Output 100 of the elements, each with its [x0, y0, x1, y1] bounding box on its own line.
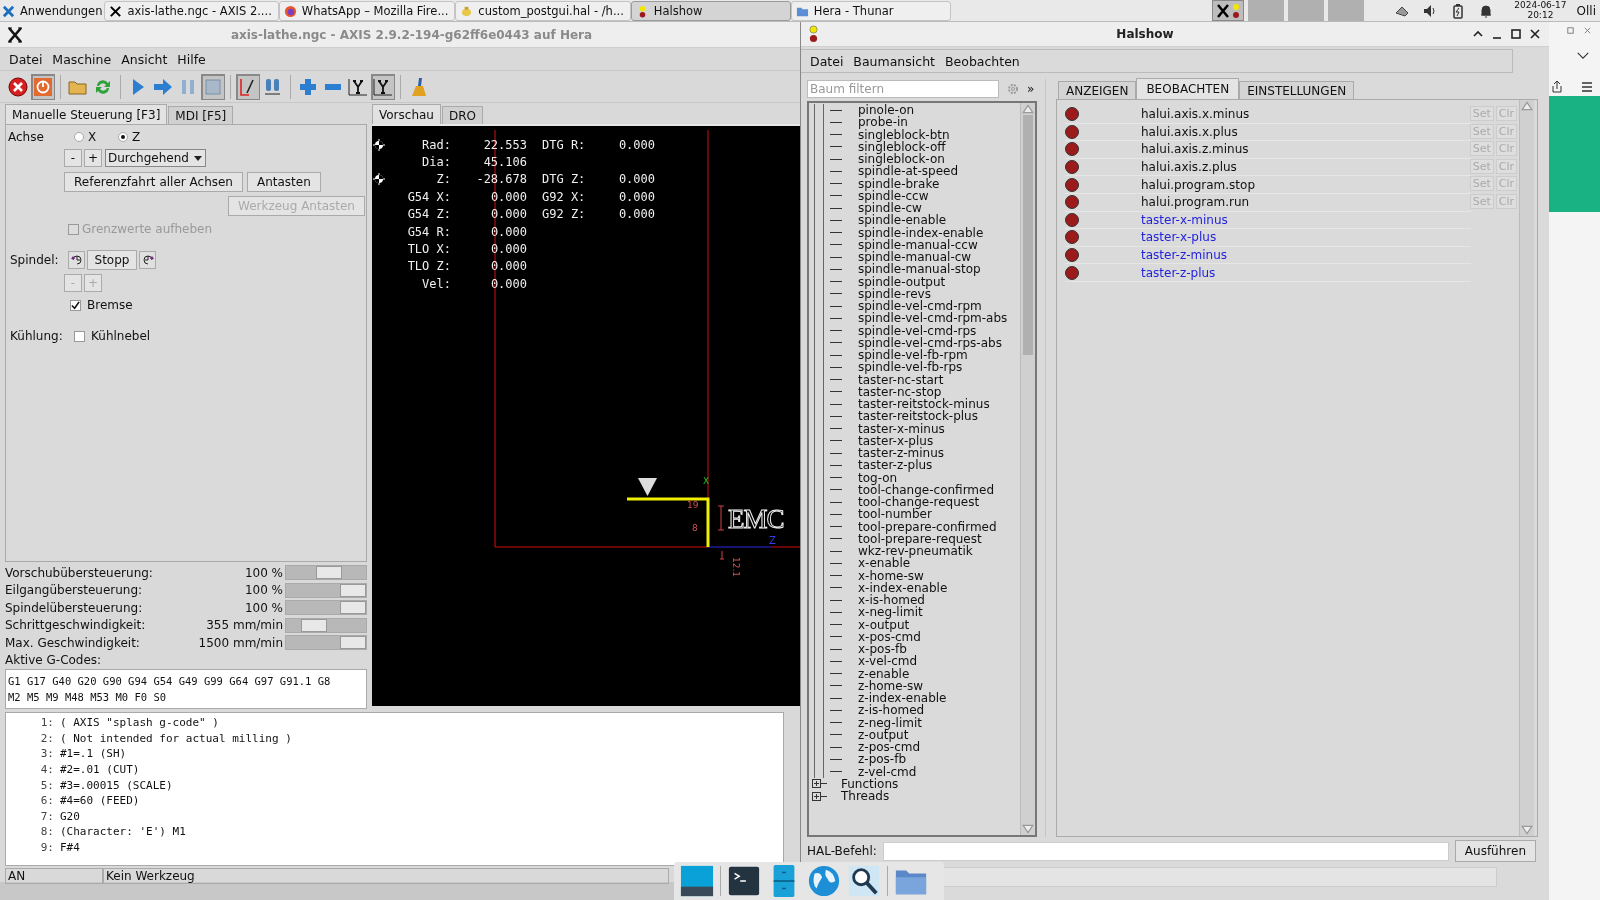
tree-item[interactable]: x-vel-cmd: [858, 655, 918, 668]
tree-item[interactable]: taster-x-minus: [858, 422, 945, 435]
scroll-down-icon[interactable]: [1521, 825, 1533, 835]
slider-thumb[interactable]: [315, 566, 342, 580]
tree-item[interactable]: taster-nc-start: [858, 373, 944, 386]
menu-item[interactable]: Baumansicht: [853, 53, 935, 69]
scrollbar-thumb[interactable]: [1023, 115, 1033, 355]
menu-icon[interactable]: [1580, 80, 1594, 94]
tree-item[interactable]: wkz-rev-pneumatik: [858, 545, 973, 558]
tree-item[interactable]: pinole-on: [858, 104, 915, 117]
tree-item[interactable]: taster-reitstock-minus: [858, 398, 990, 411]
spindle-ccw-button[interactable]: [68, 251, 85, 269]
tab[interactable]: ANZEIGEN: [1058, 81, 1137, 99]
tree-item[interactable]: taster-z-minus: [858, 447, 944, 460]
tree-item[interactable]: probe-in: [858, 116, 908, 129]
jog-plus-button[interactable]: +: [84, 149, 102, 167]
taskbar-button[interactable]: custom_postgui.hal - /h...: [455, 1, 631, 21]
radio-indicator[interactable]: [118, 132, 128, 142]
spindle-stop-button[interactable]: Stopp: [87, 250, 137, 270]
spindle-cw-button[interactable]: [139, 251, 156, 269]
expander-icon[interactable]: [812, 791, 821, 801]
tab[interactable]: EINSTELLUNGEN: [1239, 81, 1355, 99]
tree-item[interactable]: spindle-brake: [858, 177, 940, 190]
taskbar-window-thumbnail[interactable]: [1212, 0, 1245, 21]
scrollbar[interactable]: [1020, 103, 1035, 835]
jog-mode-dropdown[interactable]: Durchgehend: [105, 149, 206, 167]
globe-icon[interactable]: [807, 864, 841, 898]
menu-item[interactable]: Beobachten: [944, 53, 1020, 69]
tree-item[interactable]: Functions: [841, 777, 899, 790]
workspace-box[interactable]: [1286, 0, 1325, 21]
tree-item[interactable]: tool-number: [858, 508, 932, 521]
tab[interactable]: BEOBACHTEN: [1136, 78, 1240, 99]
preview-canvas[interactable]: X Z 19 8 12.1 EMC Rad: 22.553 DTG R: 0.000 Dia: 45.106 Z: -28.678 DTG Z: 0.000 G54 X: 0.000 G92 X: 0.000 G54 Z: 0.000 G92 Z: 0.000 G54 R: 0.000 TLO X: 0.000 TLO Z: 0.000 Vel: 0.000: [372, 124, 800, 706]
tree-item[interactable]: spindle-vel-fb-rpm: [858, 349, 968, 362]
search-icon[interactable]: [847, 864, 881, 898]
execute-button[interactable]: Ausführen: [1454, 840, 1536, 862]
tab[interactable]: MDI [F5]: [168, 106, 234, 124]
tree-item[interactable]: singleblock-btn: [858, 128, 950, 141]
expand-button[interactable]: »: [1027, 82, 1035, 96]
toolbar-viewy-button[interactable]: [371, 73, 395, 100]
tree-item[interactable]: spindle-cw: [858, 202, 922, 215]
share-icon[interactable]: [1550, 80, 1564, 94]
checkbox[interactable]: [74, 330, 85, 342]
tree-item[interactable]: Threads: [841, 790, 890, 803]
terminal-icon[interactable]: [727, 864, 761, 898]
taskbar-button[interactable]: Anwendungen: [0, 1, 105, 21]
tab[interactable]: Vorschau: [372, 104, 441, 124]
settings-icon[interactable]: [1007, 83, 1019, 95]
tree-item[interactable]: spindle-manual-cw: [858, 251, 972, 264]
jog-minus-button[interactable]: -: [64, 149, 82, 167]
menu-item[interactable]: Hilfe: [177, 51, 206, 67]
tree-item[interactable]: taster-x-plus: [858, 434, 934, 447]
axis-radio[interactable]: Z: [118, 130, 162, 144]
tree-item[interactable]: spindle-vel-cmd-rps: [858, 324, 977, 337]
hal-command-field[interactable]: [882, 841, 1449, 861]
scroll-down-icon[interactable]: [1022, 824, 1034, 834]
workspace-box[interactable]: [1326, 0, 1365, 21]
tree-item[interactable]: z-enable: [858, 667, 910, 680]
tree-item[interactable]: x-pos-cmd: [858, 630, 921, 643]
tree-item[interactable]: x-index-enable: [858, 581, 948, 594]
tree-item[interactable]: z-is-homed: [858, 704, 925, 717]
slider-thumb[interactable]: [340, 601, 366, 615]
tree-item[interactable]: spindle-vel-cmd-rpm-abs: [858, 312, 1008, 325]
tree-item[interactable]: x-is-homed: [858, 594, 925, 607]
menu-item[interactable]: Datei: [9, 51, 43, 67]
tree-item[interactable]: spindle-enable: [858, 214, 947, 227]
tree-item[interactable]: spindle-manual-stop: [858, 263, 981, 276]
menu-item[interactable]: Maschine: [52, 51, 112, 67]
checkbox[interactable]: [70, 299, 81, 311]
close-icon[interactable]: [1529, 28, 1541, 40]
tree-item[interactable]: z-neg-limit: [858, 716, 922, 729]
tree-item[interactable]: spindle-vel-cmd-rpm: [858, 300, 982, 313]
chevron-down-icon[interactable]: [1576, 51, 1590, 60]
tree-item[interactable]: x-pos-fb: [858, 643, 907, 656]
tree-item[interactable]: tool-change-request: [858, 496, 980, 509]
slider-thumb[interactable]: [340, 636, 366, 650]
tree-item[interactable]: spindle-vel-fb-rps: [858, 361, 963, 374]
home-all-button[interactable]: Referenzfahrt aller Achsen: [64, 172, 243, 192]
tree-item[interactable]: tool-prepare-confirmed: [858, 520, 997, 533]
tree-item[interactable]: tog-on: [858, 471, 898, 484]
menu-item[interactable]: Ansicht: [121, 51, 168, 67]
tree-item[interactable]: singleblock-on: [858, 153, 945, 166]
tree-item[interactable]: spindle-at-speed: [858, 165, 959, 178]
tree-item[interactable]: taster-nc-stop: [858, 385, 942, 398]
tree-item[interactable]: z-pos-fb: [858, 753, 906, 766]
tree-item[interactable]: z-vel-cmd: [858, 765, 917, 778]
slider-thumb[interactable]: [340, 583, 366, 597]
tree-item[interactable]: z-pos-cmd: [858, 741, 921, 754]
tree-item[interactable]: x-neg-limit: [858, 606, 923, 619]
show-desktop-icon[interactable]: [680, 864, 714, 898]
tab[interactable]: Manuelle Steuerung [F3]: [5, 104, 168, 124]
clock[interactable]: 2024-06-17 20:12: [1512, 0, 1569, 21]
tree-item[interactable]: spindle-index-enable: [858, 226, 984, 239]
filter-field[interactable]: Baum filtern: [807, 80, 999, 98]
tree-item[interactable]: spindle-output: [858, 275, 946, 288]
tree-item[interactable]: z-home-sw: [858, 679, 924, 692]
tree-item[interactable]: z-output: [858, 728, 909, 741]
restore-icon[interactable]: [1566, 26, 1575, 35]
probe-button[interactable]: Antasten: [247, 172, 321, 192]
user-name[interactable]: Olli: [1576, 3, 1596, 18]
